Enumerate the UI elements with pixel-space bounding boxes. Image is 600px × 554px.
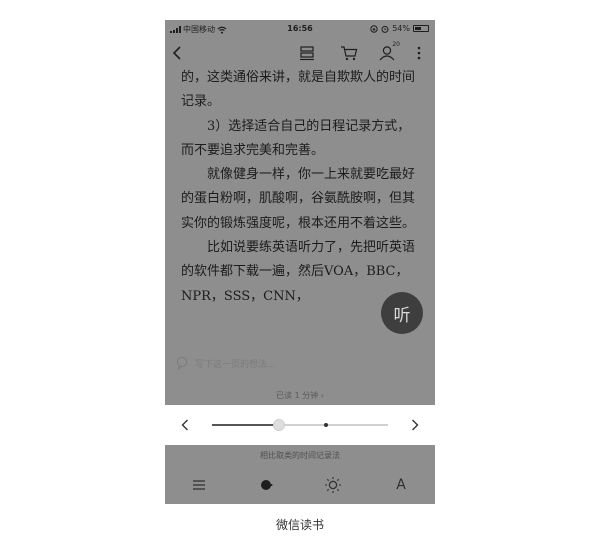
phone-screen: 中国移动 16:56 54% 20 的，这类通俗来讲，就是自欺欺人的时间记录。 … <box>165 20 435 504</box>
chevron-right-icon <box>412 419 419 431</box>
brightness-button[interactable] <box>323 475 343 495</box>
cart-icon <box>341 46 358 61</box>
progress-thumb[interactable] <box>272 419 285 431</box>
more-button[interactable] <box>413 44 425 62</box>
store-button[interactable] <box>339 44 359 62</box>
listen-button[interactable]: 听 <box>381 292 423 334</box>
prev-chapter-button[interactable] <box>177 416 193 434</box>
paragraph: 比如说要练英语听力了，先把听英语的软件都下载一遍，然后VOA，BBC，NPR，S… <box>181 240 416 304</box>
thought-placeholder: 写下这一页的想法... <box>195 359 276 370</box>
more-vertical-icon <box>417 46 421 60</box>
chevron-left-icon <box>181 419 188 431</box>
battery-icon <box>413 25 429 32</box>
next-chapter-button[interactable] <box>407 416 423 434</box>
reader-topbar: 20 <box>165 40 435 66</box>
menu-list-icon <box>193 480 205 490</box>
back-button[interactable] <box>169 44 185 62</box>
bookshelf-icon <box>300 46 314 61</box>
image-caption: 微信读书 <box>275 518 324 532</box>
notification-badge: 20 <box>392 41 400 48</box>
paragraph: 3）选择适合自己的日程记录方式，而不要追求完美和完善。 <box>181 118 411 158</box>
status-bar: 中国移动 16:56 54% <box>165 20 435 37</box>
night-mode-button[interactable] <box>256 475 276 495</box>
thought-input[interactable]: 写下这一页的想法... <box>175 354 425 372</box>
paragraph: 就像健身一样，你一上来就要吃最好的蛋白粉啊，肌酸啊，谷氨酰胺啊，但其实你的锻炼强… <box>181 167 416 231</box>
status-right: 54% <box>370 24 429 33</box>
chapter-marker <box>324 423 329 427</box>
chapter-title: 相比取类的时间记录法 <box>260 451 340 460</box>
paragraph: 的，这类通俗来讲，就是自欺欺人的时间记录。 <box>181 70 416 110</box>
toc-button[interactable] <box>189 475 209 495</box>
bottom-toolbar: A <box>165 466 435 504</box>
font-settings-button[interactable]: A <box>391 475 411 495</box>
read-time-link[interactable]: 已读 1 分钟 › <box>165 390 435 401</box>
book-text: 的，这类通俗来讲，就是自欺欺人的时间记录。 3）选择适合自己的日程记录方式，而不… <box>181 66 421 309</box>
sun-icon <box>325 477 341 493</box>
progress-slider[interactable] <box>212 419 388 431</box>
profile-button[interactable]: 20 <box>374 41 400 62</box>
thought-bubble-icon <box>176 356 188 370</box>
bookshelf-button[interactable] <box>297 44 317 62</box>
battery-percent: 54% <box>392 24 410 33</box>
moon-dot-icon <box>261 480 273 490</box>
alarm-icon <box>381 25 389 33</box>
back-chevron-icon <box>172 46 181 60</box>
progress-panel <box>165 405 435 445</box>
lock-rotation-icon <box>370 24 378 33</box>
progress-fill <box>212 424 279 426</box>
